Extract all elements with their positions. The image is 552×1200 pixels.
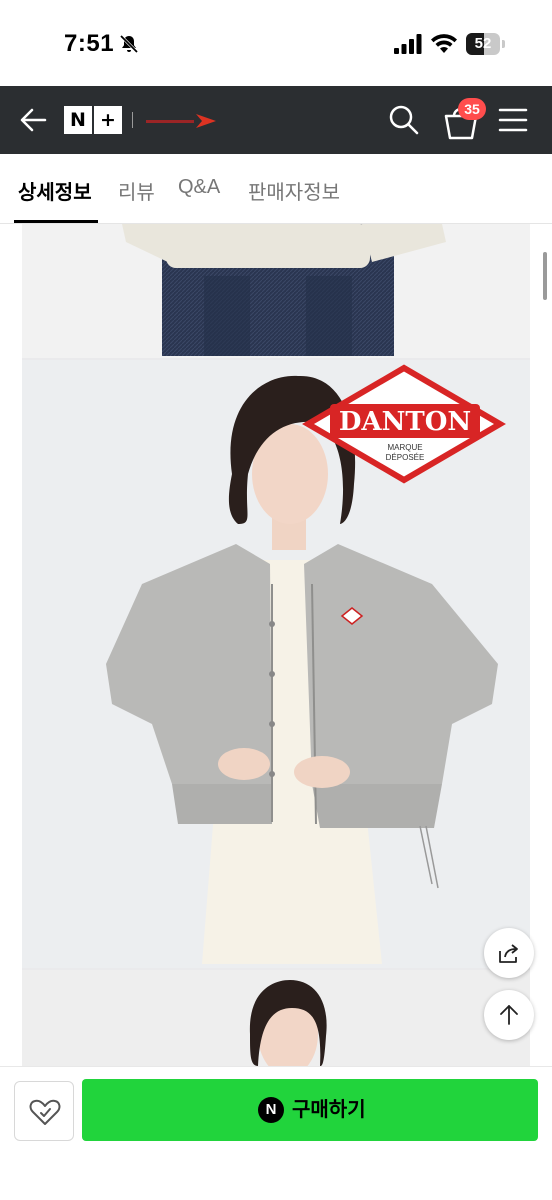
app-header: N + xyxy=(0,86,552,154)
arrow-up-icon xyxy=(500,1005,518,1025)
wifi-icon xyxy=(431,34,457,53)
cellular-signal-icon xyxy=(394,34,422,54)
battery-icon: 52 xyxy=(466,33,506,55)
tab-detail[interactable]: 상세정보 xyxy=(18,176,92,205)
search-icon[interactable] xyxy=(388,104,420,136)
tab-bar: 상세정보 리뷰 Q&A 판매자정보 xyxy=(0,154,552,224)
share-button[interactable] xyxy=(484,928,534,978)
tab-review[interactable]: 리뷰 xyxy=(118,176,155,205)
status-bar: 7:51 52 xyxy=(0,0,552,86)
partner-logo-icon xyxy=(146,114,216,128)
logo-divider xyxy=(132,112,133,128)
npay-icon: N xyxy=(258,1097,284,1123)
logo-plus: + xyxy=(94,106,122,134)
scroll-to-top-button[interactable] xyxy=(484,990,534,1040)
product-detail-page: 7:51 52 N + 35 상세정보 리뷰 Q&A 판매자정보 DANTON … xyxy=(0,0,552,1200)
product-detail-content[interactable]: DANTON MARQUE DÉPOSÉE xyxy=(22,224,530,1066)
share-icon xyxy=(499,944,518,963)
battery-percentage: 52 xyxy=(474,35,492,52)
brand-logo-sub1: MARQUE xyxy=(387,443,422,452)
cart-count-badge: 35 xyxy=(458,98,486,120)
buy-button-label: 구매하기 xyxy=(292,1099,366,1121)
wish-button[interactable] xyxy=(14,1081,74,1141)
product-images: DANTON MARQUE DÉPOSÉE xyxy=(22,224,530,1066)
active-tab-indicator xyxy=(14,220,98,223)
tab-seller-info[interactable]: 판매자정보 xyxy=(248,176,340,205)
buy-button[interactable]: N 구매하기 xyxy=(82,1079,538,1141)
bell-slash-icon xyxy=(119,34,139,54)
arrow-left-icon[interactable] xyxy=(18,104,50,136)
battery-tip xyxy=(502,40,505,48)
tab-qna[interactable]: Q&A xyxy=(178,176,220,199)
hamburger-menu-icon[interactable] xyxy=(498,106,528,134)
status-time: 7:51 xyxy=(64,30,115,57)
wish-heart-icon xyxy=(29,1099,61,1125)
brand-logo-sub2: DÉPOSÉE xyxy=(386,453,425,462)
bottom-action-bar: N 구매하기 xyxy=(0,1066,552,1200)
naver-plus-logo[interactable]: N + xyxy=(64,106,122,134)
scrollbar[interactable] xyxy=(543,252,547,300)
logo-n: N xyxy=(64,106,92,134)
battery-body: 52 xyxy=(466,33,500,55)
brand-logo-text: DANTON xyxy=(339,407,471,437)
